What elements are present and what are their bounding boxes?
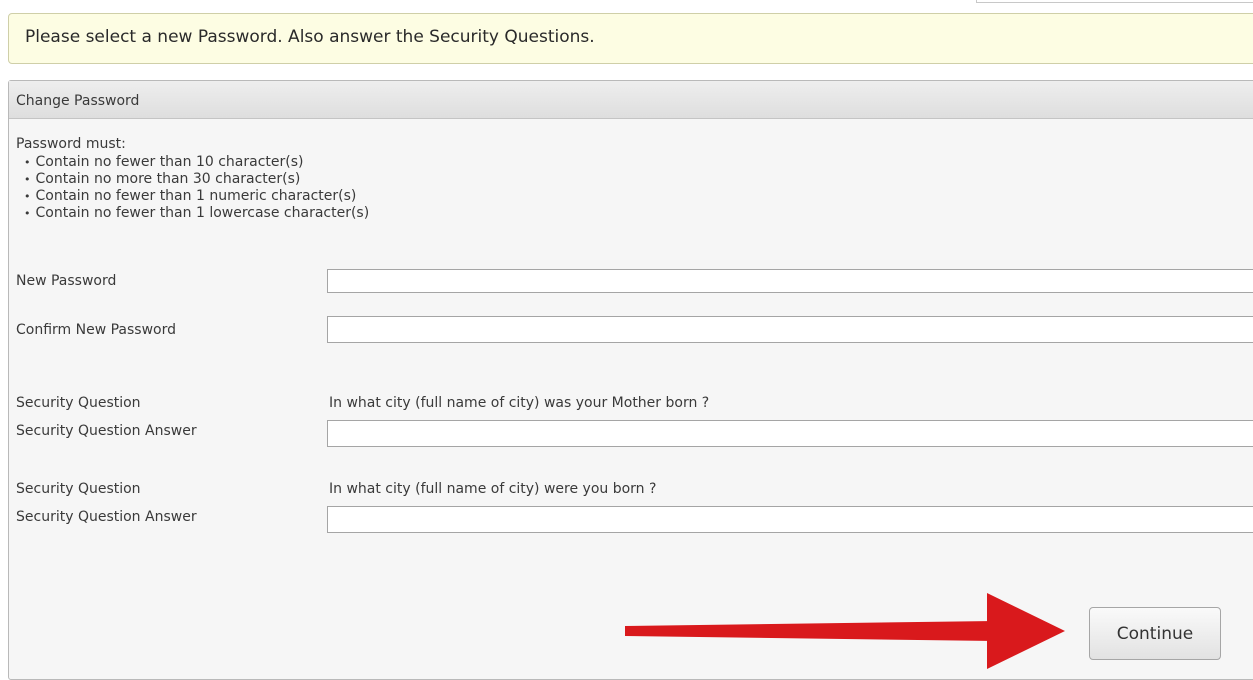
security-answer-1-field[interactable] xyxy=(327,420,1253,447)
change-password-panel: Change Password Password must: Contain n… xyxy=(8,80,1253,680)
info-banner: Please select a new Password. Also answe… xyxy=(8,13,1253,64)
confirm-password-field[interactable] xyxy=(327,316,1253,343)
top-right-control-edge xyxy=(976,0,1253,3)
password-rules-list: Contain no fewer than 10 character(s) Co… xyxy=(24,154,370,222)
security-question-1-label: Security Question xyxy=(16,395,141,411)
security-question-1-text: In what city (full name of city) was you… xyxy=(329,395,710,411)
new-password-label: New Password xyxy=(16,273,117,289)
password-rules-heading: Password must: xyxy=(16,136,126,152)
new-password-field[interactable] xyxy=(327,269,1253,293)
password-rule: Contain no fewer than 10 character(s) xyxy=(24,154,369,171)
password-rule: Contain no fewer than 1 lowercase charac… xyxy=(24,205,370,222)
continue-button[interactable]: Continue xyxy=(1089,607,1221,660)
confirm-password-label: Confirm New Password xyxy=(16,322,177,338)
password-rule: Contain no more than 30 character(s) xyxy=(24,171,369,188)
panel-header: Change Password xyxy=(9,81,1253,119)
info-banner-message: Please select a new Password. Also answe… xyxy=(25,27,595,47)
panel-title: Change Password xyxy=(16,93,140,109)
security-question-2-label: Security Question xyxy=(16,481,141,497)
red-arrow-icon xyxy=(625,593,1065,669)
security-answer-2-field[interactable] xyxy=(327,506,1253,533)
security-question-2-text: In what city (full name of city) were yo… xyxy=(329,481,657,497)
security-answer-1-label: Security Question Answer xyxy=(16,423,197,439)
security-answer-2-label: Security Question Answer xyxy=(16,509,197,525)
password-rule: Contain no fewer than 1 numeric characte… xyxy=(24,188,369,205)
